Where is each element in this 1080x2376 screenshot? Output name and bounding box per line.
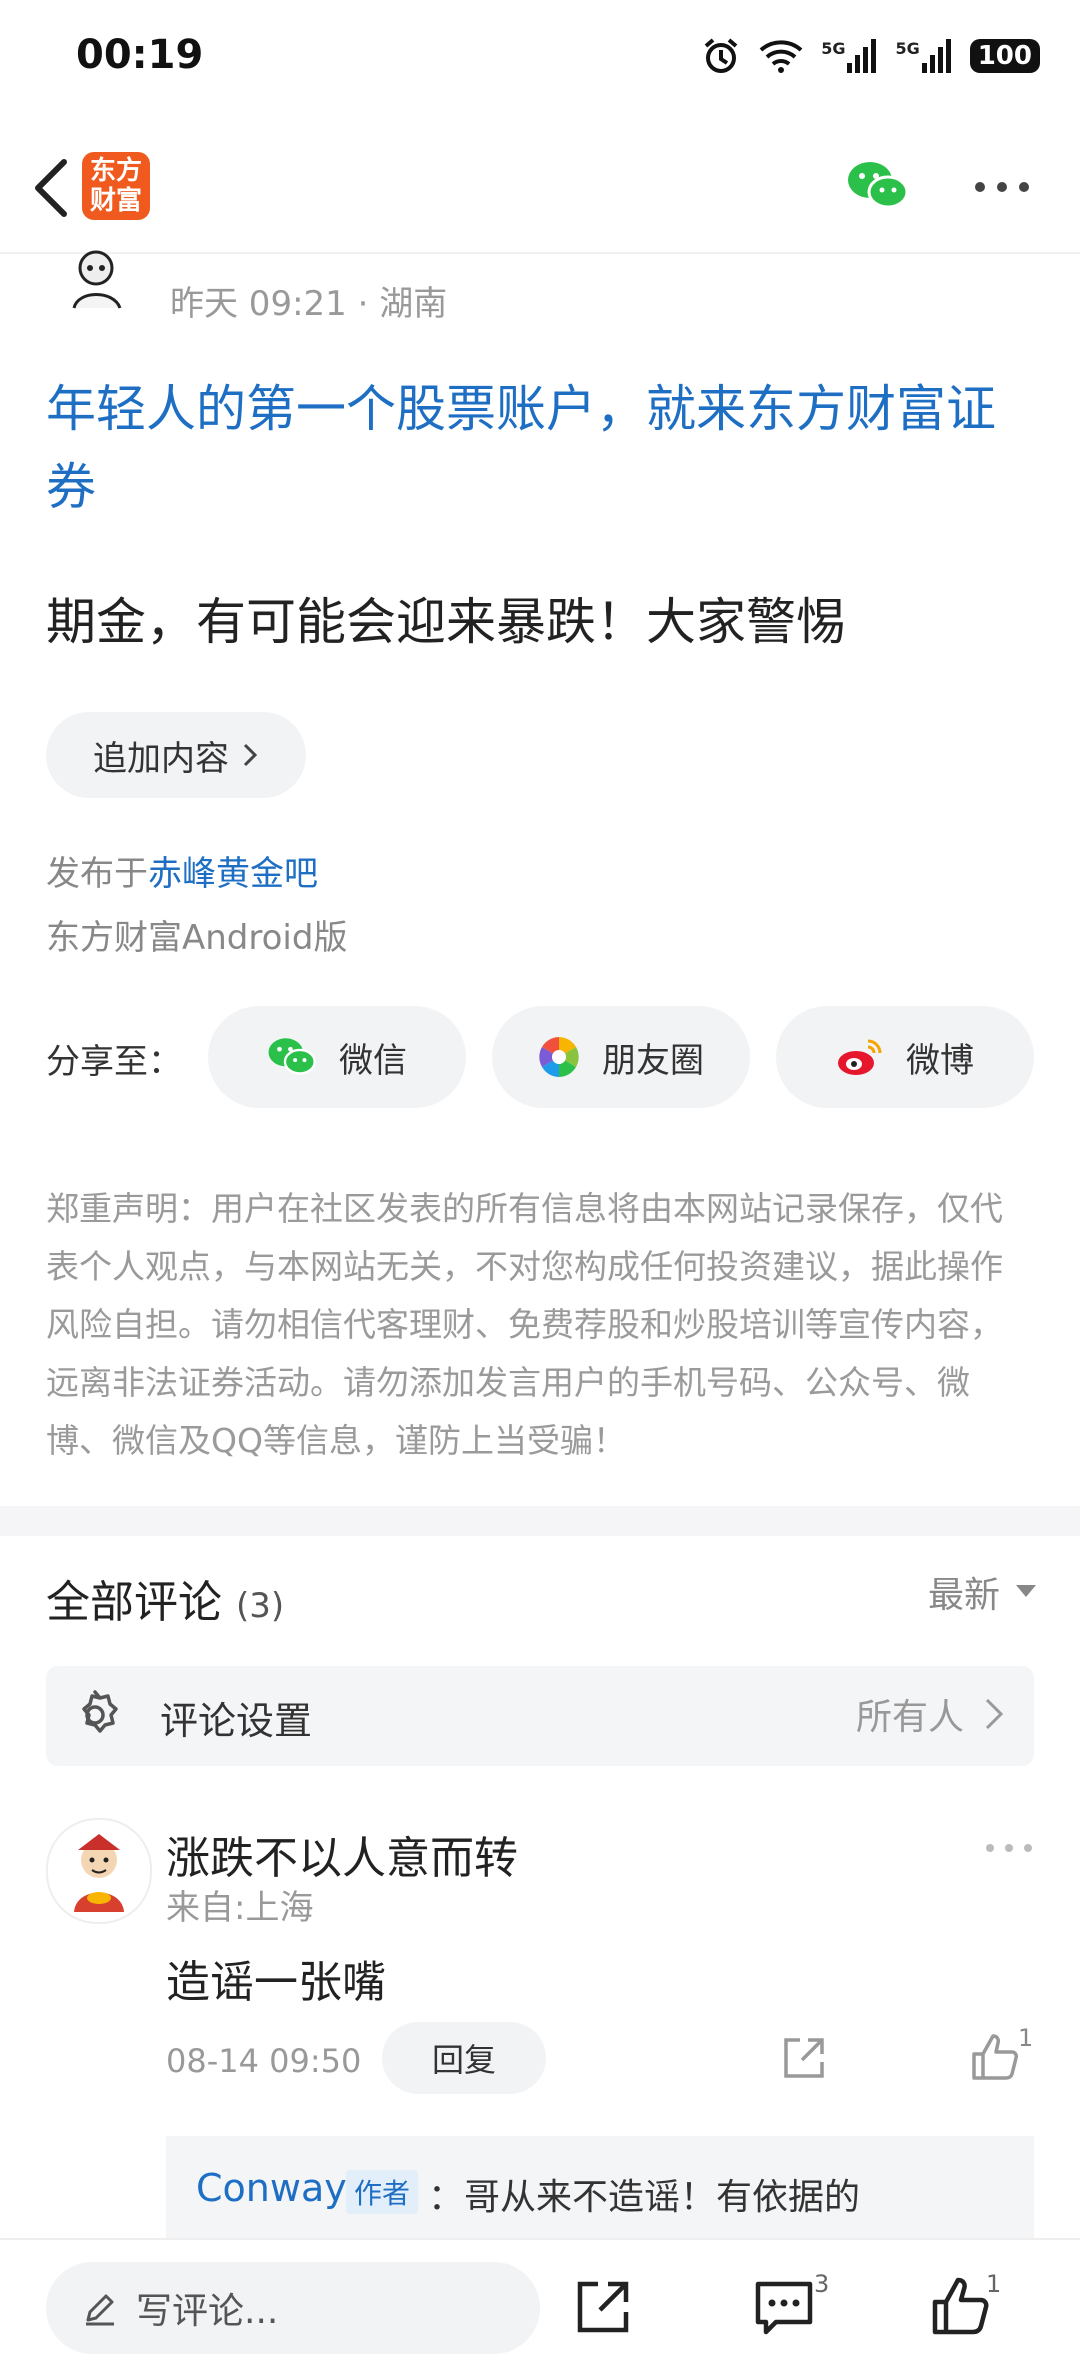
promo-link[interactable]: 年轻人的第一个股票账户，就来东方财富证券 [46,370,1036,526]
signal-icon-1: 5G [821,39,877,73]
alarm-icon [701,36,741,76]
commenter-avatar[interactable] [46,1818,152,1924]
comment-settings-value: 所有人 [856,1688,1004,1740]
reply-text: ：哥从来不造谣！有依据的 [428,2177,861,2218]
comment-input[interactable]: 写评论... [46,2262,540,2354]
chevron-right-icon [243,743,258,767]
app-logo: 东方 财富 [82,152,150,220]
comment-settings-label: 评论设置 [160,1699,313,1743]
app-logo-line2: 财富 [89,186,142,216]
post-meta: 昨天 09:21 · 湖南 [170,284,448,324]
commenter-name[interactable]: 涨跌不以人意而转 [166,1822,518,1886]
comment-time: 08-14 09:50 [166,2042,362,2080]
author-reply[interactable]: Conway 作者 ：哥从来不造谣！有依据的 [166,2136,1034,2246]
forum-link[interactable]: 赤峰黄金吧 [148,854,318,894]
back-arrow-icon [35,159,67,217]
author-badge: 作者 [346,2170,419,2214]
pencil-icon [86,2294,114,2326]
commenter-location: 来自:上海 [166,1888,314,1928]
more-options-icon[interactable] [972,172,1032,202]
comment-share-icon[interactable] [780,2034,828,2082]
author-avatar[interactable] [60,248,140,314]
comments-title-label: 全部评论 [46,1577,222,1628]
comments-title: 全部评论 (3) [46,1566,284,1630]
comments-sort-dropdown[interactable]: 最新 [928,1566,1036,1618]
comment-like-icon[interactable] [970,2032,1020,2082]
comments-count-badge: 3 [814,2270,830,2298]
share-moments-label: 朋友圈 [602,1040,704,1081]
add-content-label: 追加内容 [93,738,229,779]
like-count-badge: 1 [986,2270,1002,2298]
reply-button[interactable]: 回复 [382,2022,546,2094]
comments-icon[interactable] [754,2280,814,2336]
status-icons: 5G 5G 100 [701,36,1040,76]
share-label: 分享至： [46,1042,182,1082]
bottom-action-bar: 写评论... 3 1 [0,2238,1080,2376]
comment-settings-value-text: 所有人 [855,1697,964,1738]
share-wechat-label: 微信 [339,1040,407,1081]
moments-icon [539,1037,579,1077]
comment-settings-row[interactable]: 评论设置 所有人 [46,1666,1034,1766]
section-divider [0,1506,1080,1536]
back-button[interactable] [20,150,90,230]
disclaimer: 郑重声明：用户在社区发表的所有信息将由本网站记录保存，仅代表个人观点，与本网站无… [46,1189,1003,1460]
add-content-button[interactable]: 追加内容 [46,712,306,798]
header-divider [0,252,1080,254]
reply-author-name[interactable]: Conway [196,2166,347,2210]
comment-like-count: 1 [1018,2024,1034,2052]
signal-icon-2: 5G [895,39,951,73]
share-wechat-button[interactable]: 微信 [208,1006,466,1108]
share-moments-button[interactable]: 朋友圈 [492,1006,750,1108]
status-time: 00:19 [76,32,204,78]
share-icon[interactable] [574,2278,632,2336]
app-logo-line1: 东方 [89,156,142,186]
comment-more-icon[interactable] [984,1840,1034,1856]
published-in: 发布于赤峰黄金吧 [46,846,318,895]
share-weibo-button[interactable]: 微博 [776,1006,1034,1108]
gear-icon [68,1688,122,1742]
wechat-share-icon[interactable] [846,158,910,214]
signal-label-2: 5G [895,39,920,58]
wechat-icon [268,1038,316,1075]
caret-down-icon [1016,1585,1036,1597]
comments-count: (3) [236,1586,285,1626]
client-info: 东方财富Android版 [46,918,348,958]
signal-label-1: 5G [821,39,846,58]
chevron-right-icon [985,1698,1004,1730]
post-body: 期金，有可能会迎来暴跌！大家警惕 [46,593,846,651]
share-weibo-label: 微博 [906,1040,974,1081]
like-icon[interactable] [930,2276,990,2336]
wifi-icon [759,38,803,74]
published-prefix: 发布于 [46,854,148,894]
weibo-icon [838,1039,882,1075]
battery-indicator: 100 [969,39,1040,73]
comment-text: 造谣一张嘴 [166,1957,386,2008]
comment-input-placeholder: 写评论... [136,2291,279,2332]
sort-label: 最新 [927,1575,1000,1616]
